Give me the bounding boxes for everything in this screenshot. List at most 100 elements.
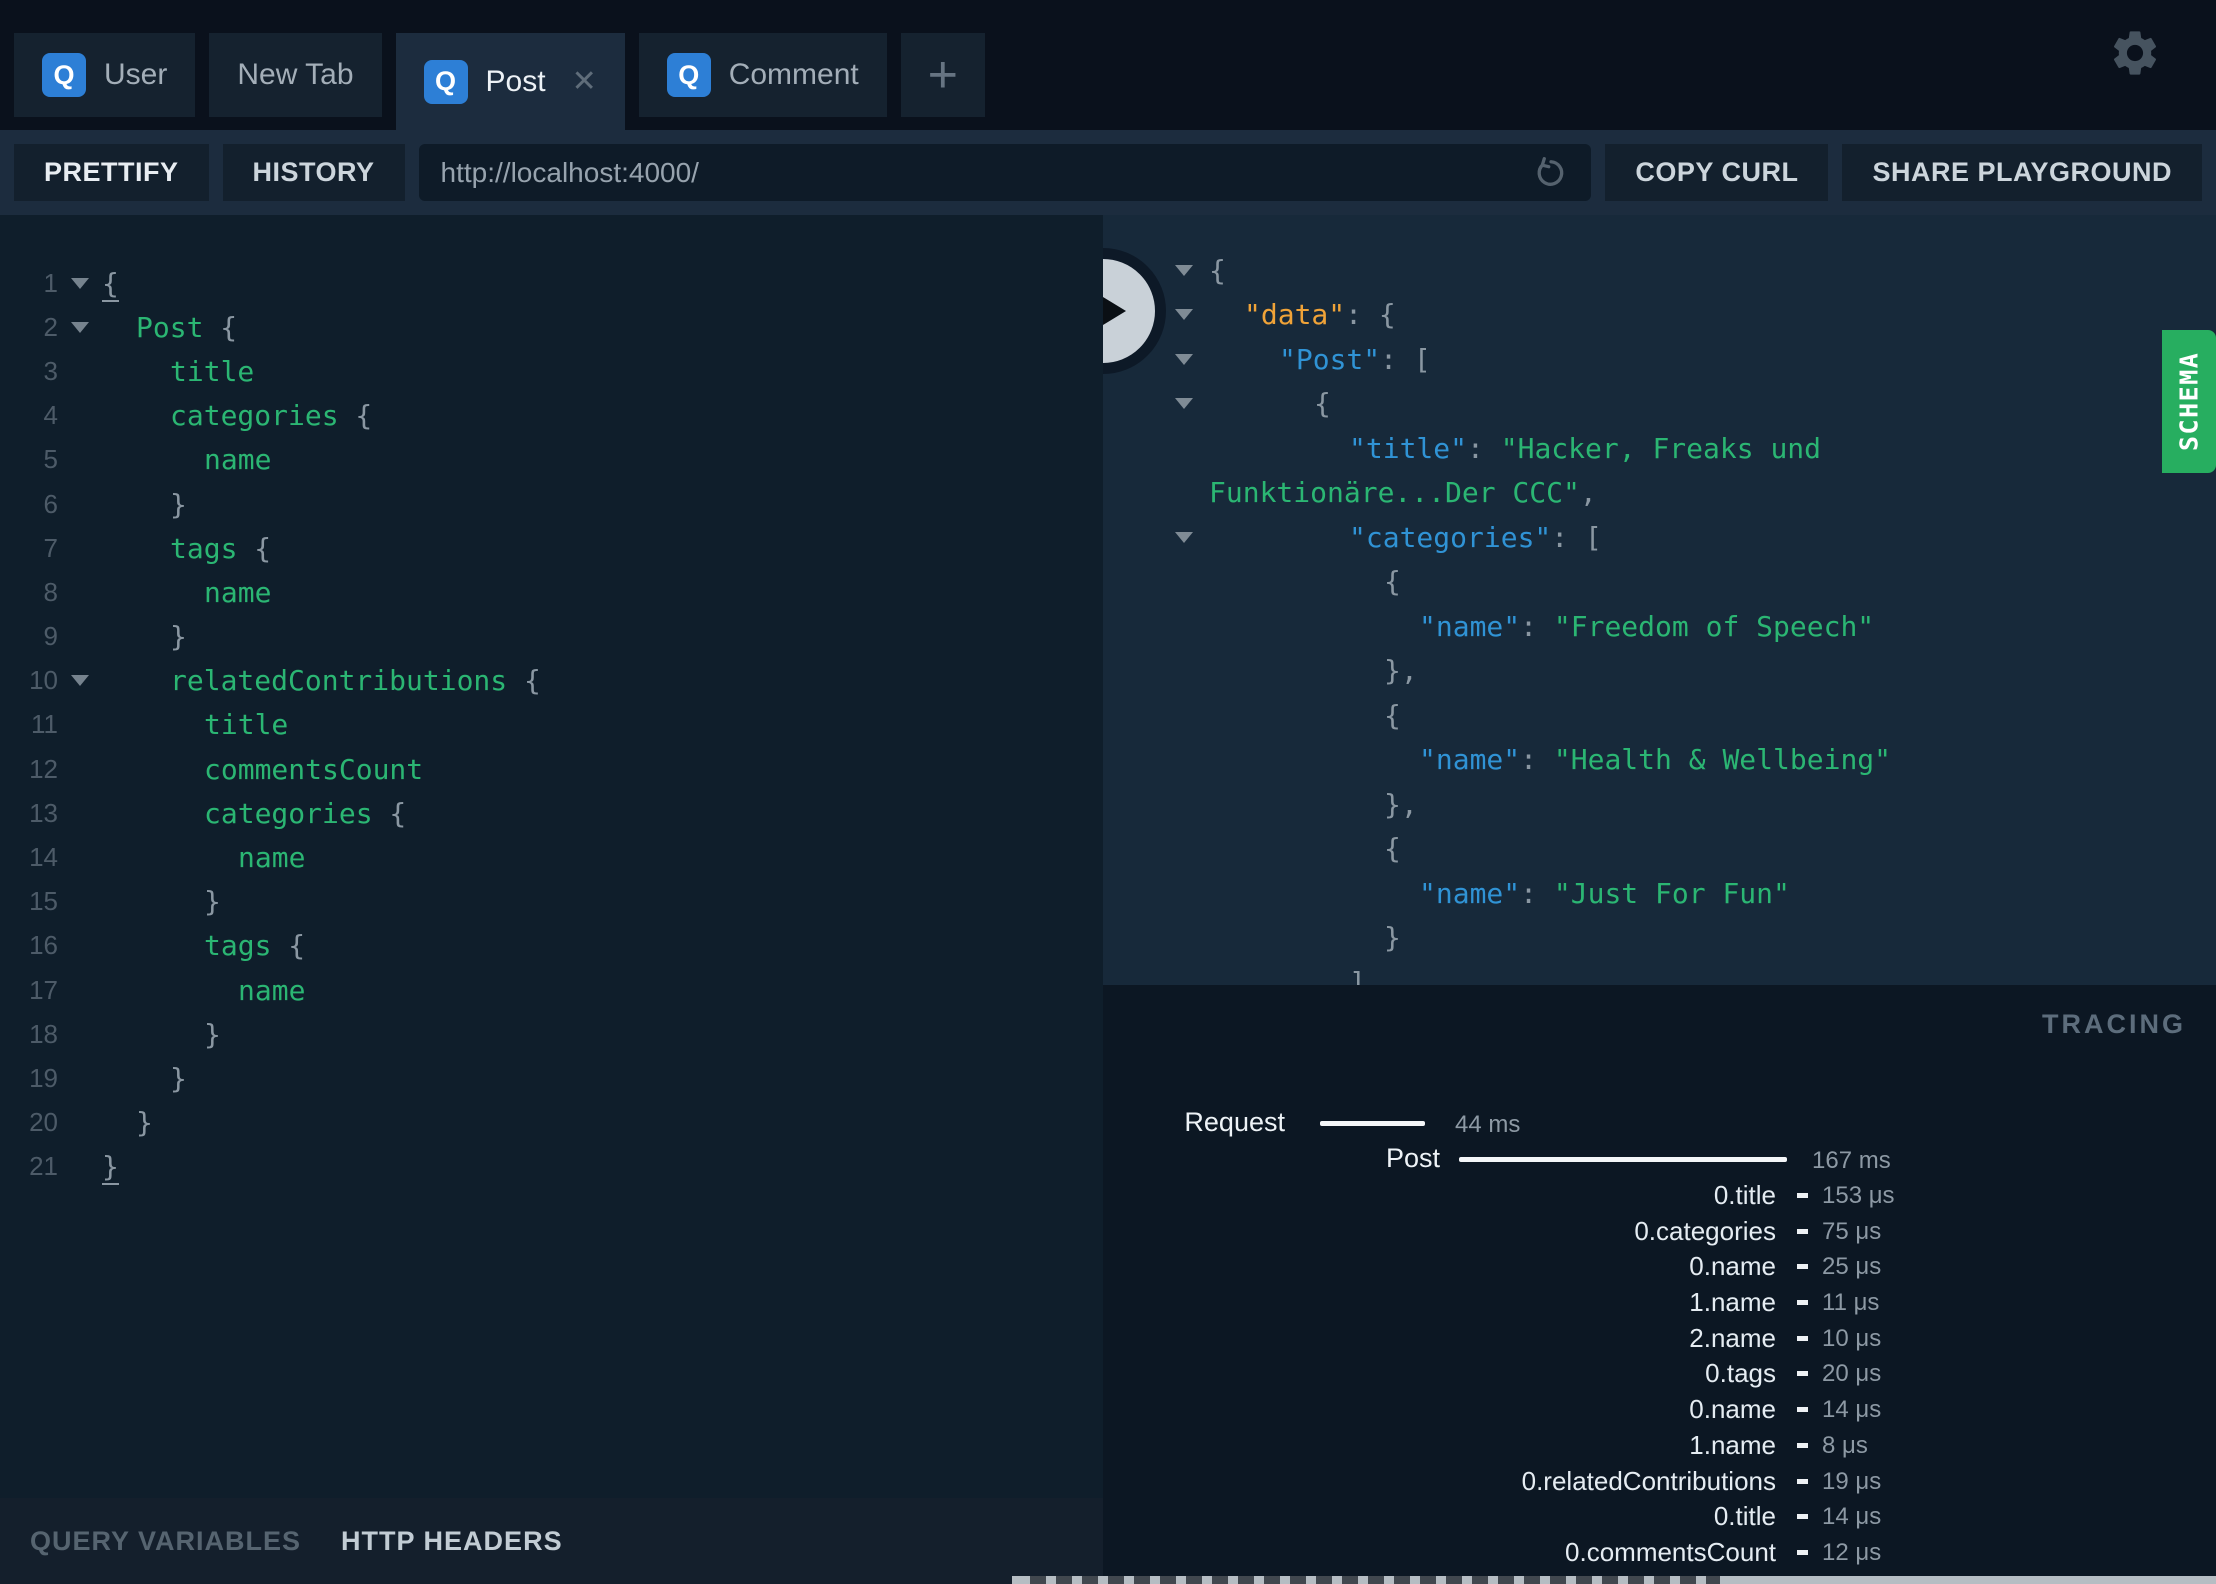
trace-label: Request bbox=[1184, 1107, 1285, 1137]
query-badge-icon: Q bbox=[666, 53, 711, 97]
code-text: { bbox=[1103, 699, 1401, 732]
fold-arrow-icon[interactable] bbox=[58, 277, 102, 289]
response-line: "name": "Freedom of Speech" bbox=[1103, 604, 2216, 649]
fold-arrow-icon[interactable] bbox=[1175, 264, 1193, 276]
query-editor[interactable]: 1{2 Post {3 title 4 categories {5 name 6} 7 tags… bbox=[0, 215, 1103, 1498]
tab-new-tab[interactable]: New Tab bbox=[209, 33, 382, 117]
code-token: "Freedom of Speech" bbox=[1553, 609, 1875, 643]
fold-arrow-icon[interactable] bbox=[1175, 353, 1193, 365]
code-token: : [ bbox=[1551, 520, 1602, 554]
trace-duration-tick bbox=[1797, 1371, 1808, 1377]
trace-field-label: 2.name bbox=[1689, 1322, 1776, 1353]
code-token: tags bbox=[204, 929, 272, 963]
settings-gear-icon[interactable] bbox=[2108, 26, 2162, 80]
editor-line: 21} bbox=[0, 1145, 1103, 1189]
prettify-button[interactable]: PRETTIFY bbox=[14, 144, 209, 201]
tab-user[interactable]: Q User bbox=[14, 33, 196, 117]
trace-value: 44 ms bbox=[1455, 1111, 1521, 1138]
code-token: title bbox=[204, 708, 289, 742]
trace-field-value: 14 μs bbox=[1822, 1503, 1882, 1531]
tab-post[interactable]: Q Post ✕ bbox=[395, 33, 625, 130]
fold-arrow-icon[interactable] bbox=[1175, 398, 1193, 410]
code-text: { bbox=[1103, 387, 1331, 420]
reset-endpoint-icon[interactable] bbox=[1533, 155, 1569, 191]
tracing-title[interactable]: TRACING bbox=[2042, 1009, 2186, 1040]
copy-curl-button[interactable]: COPY CURL bbox=[1605, 144, 1829, 201]
line-number: 12 bbox=[29, 753, 58, 784]
line-number: 21 bbox=[29, 1151, 58, 1182]
trace-field-row: 0.tags 20 μs bbox=[1103, 1355, 2216, 1391]
line-number: 5 bbox=[43, 444, 58, 475]
trace-field-row: 0.categories 75 μs bbox=[1103, 1213, 2216, 1249]
trace-duration-tick bbox=[1797, 1442, 1808, 1448]
plus-icon: + bbox=[927, 46, 958, 104]
http-headers-tab[interactable]: HTTP HEADERS bbox=[341, 1526, 563, 1557]
code-token: title bbox=[170, 354, 255, 388]
code-token: Post bbox=[136, 310, 204, 344]
trace-field-row: 2.name 10 μs bbox=[1103, 1320, 2216, 1356]
code-text: } bbox=[102, 1150, 119, 1186]
code-token: , bbox=[1579, 476, 1597, 510]
response-line: { bbox=[1103, 560, 2216, 605]
tab-comment[interactable]: Q Comment bbox=[638, 33, 887, 117]
endpoint-url-input[interactable]: http://localhost:4000/ bbox=[418, 144, 1592, 201]
code-token: "name" bbox=[1419, 743, 1521, 777]
code-token: "Hacker, Freaks und bbox=[1500, 431, 1822, 465]
code-text: commentsCount bbox=[102, 753, 423, 786]
line-number: 11 bbox=[31, 709, 58, 740]
response-line: "categories": [ bbox=[1103, 515, 2216, 560]
triangle-down-icon bbox=[71, 321, 89, 333]
code-text: }, bbox=[1103, 788, 1418, 821]
code-text: tags { bbox=[102, 929, 305, 962]
line-number: 10 bbox=[29, 665, 58, 696]
code-token: tags bbox=[170, 531, 238, 565]
trace-row-request: Request 44 ms bbox=[1103, 1105, 2216, 1141]
editor-line: 2 Post { bbox=[0, 305, 1103, 349]
code-token: "Health & Wellbeing" bbox=[1553, 743, 1892, 777]
response-line: { bbox=[1103, 248, 2216, 293]
fold-arrow-icon[interactable] bbox=[1175, 309, 1193, 321]
code-token: { bbox=[507, 664, 541, 698]
trace-duration-tick bbox=[1797, 1549, 1808, 1555]
close-tab-icon[interactable]: ✕ bbox=[572, 64, 597, 99]
editor-line: 9} bbox=[0, 615, 1103, 659]
play-icon bbox=[1103, 289, 1126, 333]
query-editor-pane: 1{2 Post {3 title 4 categories {5 name 6} 7 tags… bbox=[0, 215, 1103, 1584]
response-line: "Post": [ bbox=[1103, 337, 2216, 382]
code-token: name bbox=[238, 973, 306, 1007]
fold-arrow-icon[interactable] bbox=[58, 321, 102, 333]
trace-field-label: 0.title bbox=[1713, 1501, 1776, 1532]
code-token: : bbox=[1520, 876, 1554, 910]
editor-line: 15} bbox=[0, 880, 1103, 924]
trace-field-value: 20 μs bbox=[1822, 1360, 1882, 1388]
code-token: : bbox=[1467, 431, 1501, 465]
editor-line: 18} bbox=[0, 1012, 1103, 1056]
response-line: "name": "Health & Wellbeing" bbox=[1103, 738, 2216, 783]
trace-field-row: 1.name 8 μs bbox=[1103, 1427, 2216, 1463]
trace-duration-bar bbox=[1320, 1121, 1425, 1126]
code-token: } bbox=[204, 885, 221, 919]
trace-value: 167 ms bbox=[1812, 1147, 1891, 1174]
code-text: } bbox=[102, 620, 187, 653]
query-badge-icon: Q bbox=[423, 59, 468, 104]
toolbar: PRETTIFY HISTORY http://localhost:4000/ … bbox=[0, 130, 2216, 215]
response-line: { bbox=[1103, 382, 2216, 427]
line-number: 19 bbox=[29, 1062, 58, 1093]
query-variables-tab[interactable]: QUERY VARIABLES bbox=[30, 1526, 301, 1557]
trace-field-value: 12 μs bbox=[1822, 1538, 1882, 1566]
trace-field-label: 0.commentsCount bbox=[1565, 1536, 1776, 1567]
line-number: 13 bbox=[29, 797, 58, 828]
editor-line: 11 title bbox=[0, 703, 1103, 747]
code-token: "data" bbox=[1244, 298, 1346, 332]
trace-duration-tick bbox=[1797, 1264, 1808, 1270]
fold-arrow-icon[interactable] bbox=[58, 675, 102, 687]
code-text: "name": "Just For Fun" bbox=[1103, 877, 1790, 910]
trace-field-label: 0.relatedContributions bbox=[1521, 1465, 1776, 1496]
add-tab-button[interactable]: + bbox=[900, 33, 985, 117]
editor-line: 1{ bbox=[0, 261, 1103, 305]
fold-arrow-icon[interactable] bbox=[1175, 531, 1193, 543]
share-playground-button[interactable]: SHARE PLAYGROUND bbox=[1842, 144, 2202, 201]
history-button[interactable]: HISTORY bbox=[222, 144, 405, 201]
code-token: Funktionäre...Der CCC" bbox=[1209, 476, 1580, 510]
editor-line: 4 categories { bbox=[0, 394, 1103, 438]
